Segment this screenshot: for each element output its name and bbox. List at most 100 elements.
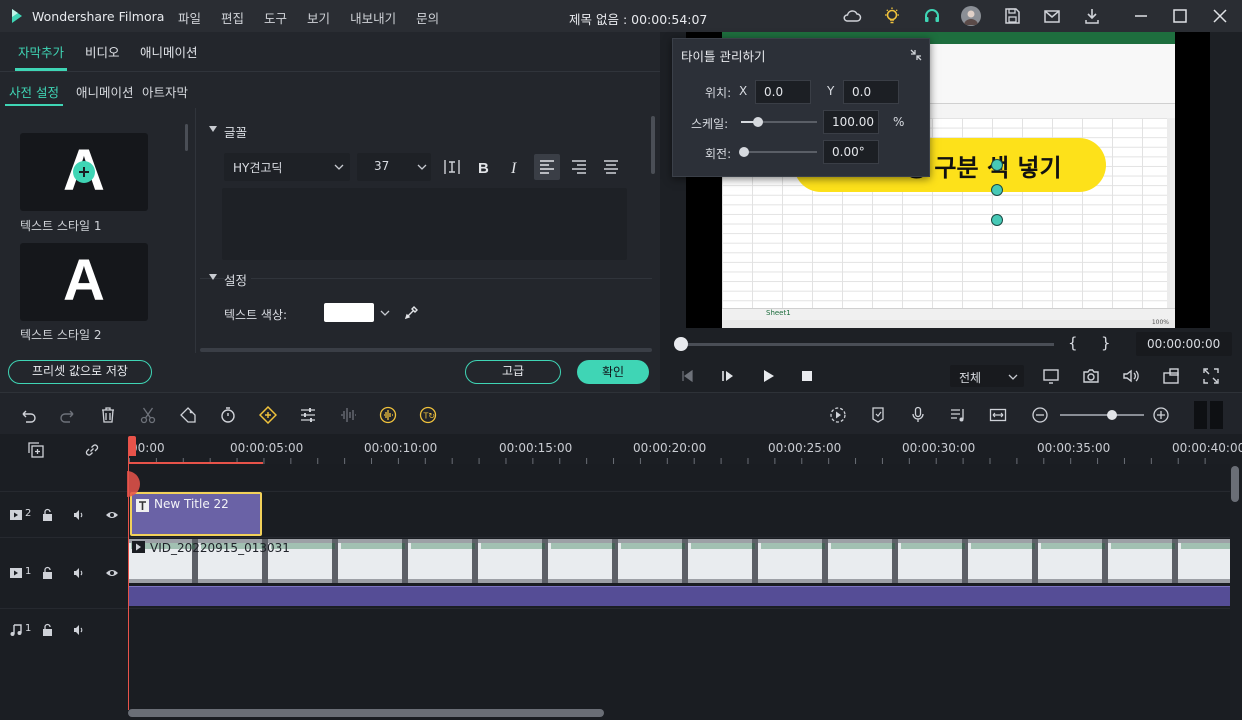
font-size-select[interactable]: 37	[357, 153, 431, 181]
font-family-select[interactable]: HY견고딕	[224, 153, 350, 181]
zoom-in-icon[interactable]	[1152, 406, 1170, 424]
settings-horizontal-scrollbar[interactable]	[200, 348, 652, 352]
position-x-input[interactable]: 0.0	[755, 80, 811, 104]
mark-in-icon[interactable]: {	[1068, 334, 1078, 352]
eye-icon[interactable]	[105, 508, 119, 522]
advanced-button[interactable]: 고급	[465, 360, 561, 384]
add-preset-icon[interactable]	[73, 161, 95, 183]
tab-add-title[interactable]: 자막추가	[18, 42, 64, 61]
lock-icon[interactable]	[41, 623, 55, 637]
volume-icon[interactable]	[1122, 367, 1140, 385]
collapse-icon[interactable]	[909, 48, 923, 62]
maximize-icon[interactable]	[1170, 6, 1190, 26]
headset-support-icon[interactable]	[922, 6, 942, 26]
preset-thumbnail-1[interactable]: A	[20, 133, 148, 211]
settings-scrollbar[interactable]	[651, 116, 655, 174]
scale-slider-handle[interactable]	[753, 117, 764, 127]
timeline-zoom-track[interactable]	[1060, 414, 1144, 416]
link-icon[interactable]	[83, 441, 101, 459]
cloud-icon[interactable]	[842, 6, 862, 26]
eye-icon[interactable]	[105, 566, 119, 580]
position-y-input[interactable]: 0.0	[843, 80, 899, 104]
mute-icon[interactable]	[72, 566, 86, 580]
menu-tools[interactable]: 도구	[264, 8, 287, 27]
close-icon[interactable]	[1210, 6, 1230, 26]
fullscreen-icon[interactable]	[1202, 367, 1220, 385]
mute-icon[interactable]	[72, 623, 86, 637]
preset-thumbnail-2[interactable]: A	[20, 243, 148, 321]
download-icon[interactable]	[1082, 6, 1102, 26]
rotate-input[interactable]: 0.00°	[823, 140, 879, 164]
previous-frame-icon[interactable]	[680, 369, 694, 383]
fit-timeline-icon[interactable]	[989, 406, 1007, 424]
transform-handle[interactable]	[991, 184, 1003, 196]
keyframe-icon[interactable]	[259, 406, 277, 424]
font-section-toggle[interactable]	[208, 124, 218, 134]
preset-scrollbar[interactable]	[185, 124, 188, 151]
bold-icon[interactable]: B	[474, 158, 492, 176]
align-right-icon[interactable]	[568, 154, 592, 180]
tag-icon[interactable]	[179, 406, 197, 424]
preview-scrubber-track[interactable]	[680, 343, 1054, 346]
lock-icon[interactable]	[41, 508, 55, 522]
microphone-icon[interactable]	[909, 406, 927, 424]
menu-edit[interactable]: 편집	[221, 8, 244, 27]
zoom-out-icon[interactable]	[1031, 406, 1049, 424]
settings-section-toggle[interactable]	[208, 272, 218, 282]
undo-icon[interactable]	[19, 406, 37, 424]
rotate-slider-handle[interactable]	[739, 147, 749, 157]
lightbulb-icon[interactable]	[882, 6, 902, 26]
menu-help[interactable]: 문의	[416, 8, 439, 27]
split-scissors-icon[interactable]	[139, 406, 157, 424]
speed-timer-icon[interactable]	[219, 406, 237, 424]
timeline-horizontal-scrollbar[interactable]	[128, 709, 604, 717]
tab-presets[interactable]: 사전 설정	[9, 82, 59, 101]
render-preview-icon[interactable]	[829, 406, 847, 424]
tab-animation-presets[interactable]: 애니메이션	[76, 82, 134, 101]
audio-stretch-icon[interactable]	[379, 406, 397, 424]
play-frame-icon[interactable]	[721, 369, 735, 383]
pip-icon[interactable]	[1162, 367, 1180, 385]
menu-export[interactable]: 내보내기	[350, 8, 396, 27]
align-center-icon[interactable]	[600, 154, 624, 180]
render-quality-select[interactable]: 전체	[950, 365, 1024, 387]
italic-icon[interactable]: I	[506, 158, 524, 176]
menu-view[interactable]: 보기	[307, 8, 330, 27]
save-icon[interactable]	[1002, 6, 1022, 26]
video-clip-audio-waveform[interactable]	[128, 586, 1230, 606]
add-track-icon[interactable]	[27, 441, 45, 459]
auto-sync-icon[interactable]: T↻	[419, 406, 437, 424]
adjust-sliders-icon[interactable]	[299, 406, 317, 424]
mail-icon[interactable]	[1042, 6, 1062, 26]
rotate-slider-track[interactable]	[741, 151, 817, 153]
save-as-preset-button[interactable]: 프리셋 값으로 저장	[8, 360, 152, 384]
display-settings-icon[interactable]	[1042, 367, 1060, 385]
mute-icon[interactable]	[72, 508, 86, 522]
tab-animation[interactable]: 애니메이션	[140, 42, 198, 61]
voiceover-list-icon[interactable]	[949, 406, 967, 424]
user-avatar[interactable]	[961, 6, 981, 26]
timeline-ruler[interactable]: 00:00 00:00:05:00 00:00:10:00 00:00:15:0…	[0, 434, 1242, 464]
confirm-button[interactable]: 확인	[577, 360, 649, 384]
text-spacing-icon[interactable]	[443, 158, 461, 176]
text-input-area[interactable]	[222, 188, 627, 260]
scale-input[interactable]: 100.00	[823, 110, 879, 134]
marker-icon[interactable]	[869, 406, 887, 424]
minimize-icon[interactable]	[1131, 6, 1151, 26]
stop-icon[interactable]	[801, 370, 813, 382]
tab-art-titles[interactable]: 아트자막	[142, 82, 188, 101]
timeline-zoom-handle[interactable]	[1107, 410, 1117, 420]
tab-video[interactable]: 비디오	[85, 42, 120, 61]
delete-icon[interactable]	[99, 406, 117, 424]
timeline-vertical-scrollbar[interactable]	[1231, 466, 1239, 502]
text-color-swatch[interactable]	[324, 303, 374, 322]
preview-scrubber-handle[interactable]	[674, 337, 688, 351]
mark-out-icon[interactable]: }	[1101, 334, 1111, 352]
audio-waveform-icon[interactable]	[339, 406, 357, 424]
align-left-icon[interactable]	[534, 154, 560, 180]
transform-handle[interactable]	[991, 159, 1003, 171]
chevron-down-icon[interactable]	[380, 309, 390, 317]
rotate-handle[interactable]	[991, 214, 1003, 226]
menu-file[interactable]: 파일	[178, 8, 201, 27]
playhead-handle[interactable]	[128, 436, 136, 456]
